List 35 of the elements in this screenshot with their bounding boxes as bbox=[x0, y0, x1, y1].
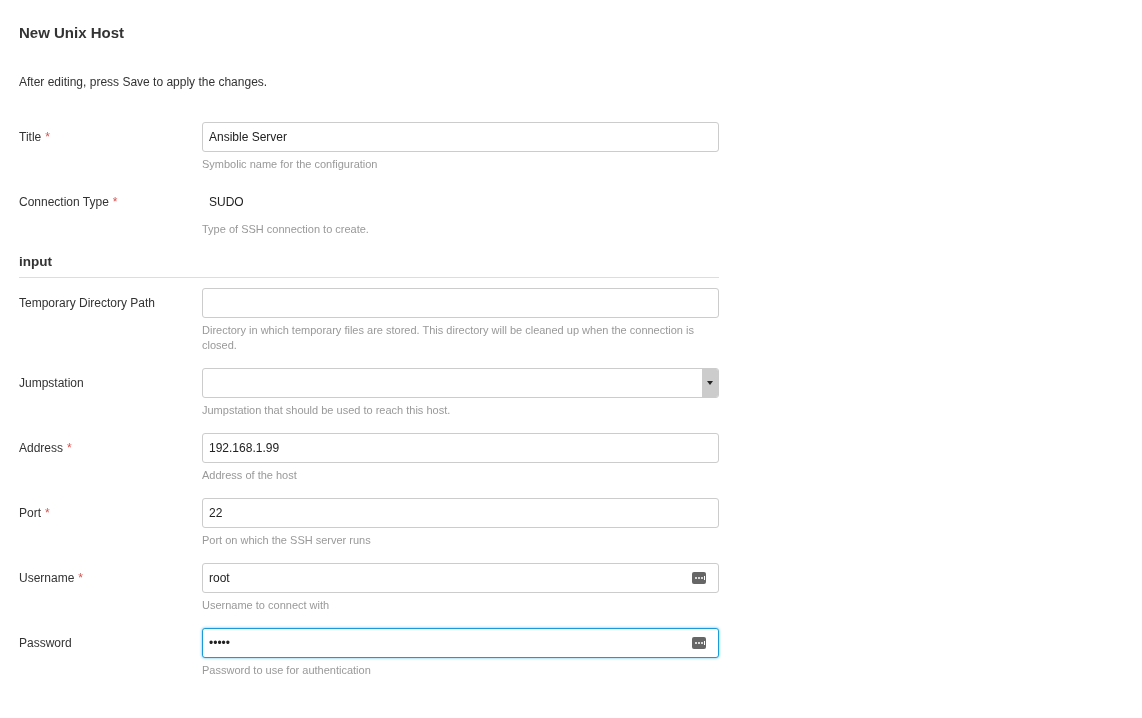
ellipsis-icon[interactable] bbox=[692, 572, 706, 584]
help-text: Jumpstation that should be used to reach this host. bbox=[202, 403, 452, 418]
required-mark: * bbox=[45, 129, 50, 146]
required-mark: * bbox=[67, 440, 72, 457]
input-field[interactable]: ••••• bbox=[202, 628, 719, 658]
field-label: Temporary Directory Path bbox=[19, 295, 156, 312]
field-label: Username bbox=[19, 570, 75, 587]
help-text: Type of SSH connection to create. bbox=[202, 222, 370, 237]
page-title: New Unix Host bbox=[19, 23, 125, 43]
input-field[interactable]: root bbox=[202, 563, 719, 593]
help-text: Directory in which temporary files are stored. This directory will be cleaned up when the connection is closed. bbox=[202, 323, 695, 353]
dropdown-field[interactable] bbox=[202, 368, 719, 398]
page-description: After editing, press Save to apply the changes. bbox=[19, 75, 269, 89]
help-text: Address of the host bbox=[202, 468, 298, 483]
field-label: Title bbox=[19, 129, 42, 146]
input-field[interactable]: Ansible Server bbox=[202, 122, 719, 152]
ellipsis-icon[interactable] bbox=[692, 637, 706, 649]
required-mark: * bbox=[45, 505, 50, 522]
help-text: Symbolic name for the configuration bbox=[202, 157, 379, 172]
field-label: Password bbox=[19, 635, 72, 652]
help-text: Port on which the SSH server runs bbox=[202, 533, 372, 548]
field-label: Jumpstation bbox=[19, 375, 84, 392]
caret-icon[interactable] bbox=[707, 381, 713, 385]
required-mark: * bbox=[112, 194, 118, 211]
input-field[interactable] bbox=[202, 288, 719, 318]
help-text: Username to connect with bbox=[202, 598, 331, 613]
section-heading: input bbox=[19, 252, 719, 278]
help-text: Password to use for authentication bbox=[202, 663, 372, 678]
input-field[interactable]: 192.168.1.99 bbox=[202, 433, 719, 463]
field-label: Connection Type bbox=[19, 194, 109, 211]
field-label: Address bbox=[19, 440, 64, 457]
required-mark: * bbox=[78, 570, 84, 587]
field-label: Port bbox=[19, 505, 41, 522]
static-value: SUDO bbox=[208, 194, 245, 211]
input-field[interactable]: 22 bbox=[202, 498, 719, 528]
